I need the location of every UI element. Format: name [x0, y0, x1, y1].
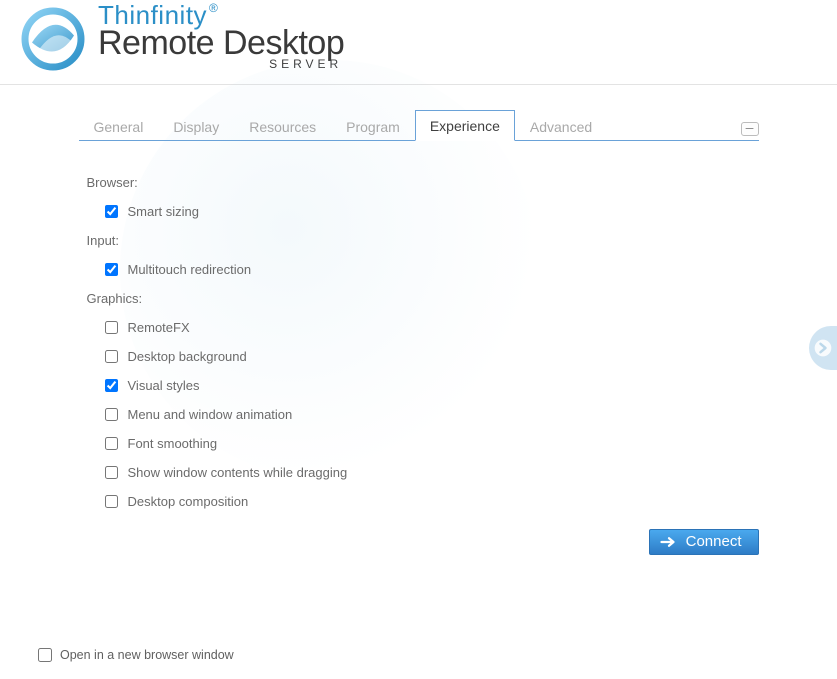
tab-experience[interactable]: Experience: [415, 110, 515, 141]
smart-sizing-label[interactable]: Smart sizing: [128, 204, 200, 219]
desktop-comp-checkbox[interactable]: [105, 495, 118, 508]
collapse-button[interactable]: –: [741, 122, 759, 136]
desktop-bg-checkbox[interactable]: [105, 350, 118, 363]
connect-button[interactable]: Connect: [649, 529, 759, 555]
desktop-bg-label[interactable]: Desktop background: [128, 349, 247, 364]
input-section-label: Input:: [87, 233, 759, 248]
brand-text: Thinfinity® Remote Desktop SERVER: [98, 2, 344, 70]
side-drawer-button[interactable]: [809, 326, 837, 370]
arrow-right-icon: [660, 535, 678, 549]
tab-display[interactable]: Display: [158, 111, 234, 141]
tab-advanced[interactable]: Advanced: [515, 111, 607, 141]
footer-option: Open in a new browser window: [38, 648, 234, 662]
experience-panel: Browser: Smart sizing Input: Multitouch …: [79, 141, 759, 605]
tab-resources[interactable]: Resources: [234, 111, 331, 141]
connect-button-label: Connect: [686, 533, 742, 550]
brand-line2: Remote Desktop: [98, 26, 344, 60]
browser-section-label: Browser:: [87, 175, 759, 190]
smart-sizing-checkbox[interactable]: [105, 205, 118, 218]
desktop-comp-label[interactable]: Desktop composition: [128, 494, 249, 509]
multitouch-checkbox[interactable]: [105, 263, 118, 276]
header: Thinfinity® Remote Desktop SERVER: [0, 0, 837, 85]
menu-anim-label[interactable]: Menu and window animation: [128, 407, 293, 422]
remotefx-label[interactable]: RemoteFX: [128, 320, 190, 335]
new-window-checkbox[interactable]: [38, 648, 52, 662]
tab-program[interactable]: Program: [331, 111, 415, 141]
multitouch-label[interactable]: Multitouch redirection: [128, 262, 252, 277]
font-smoothing-checkbox[interactable]: [105, 437, 118, 450]
graphics-section-label: Graphics:: [87, 291, 759, 306]
brand-logo-icon: [18, 4, 88, 74]
menu-anim-checkbox[interactable]: [105, 408, 118, 421]
visual-styles-label[interactable]: Visual styles: [128, 378, 200, 393]
main-content: General Display Resources Program Experi…: [79, 109, 759, 605]
show-drag-label[interactable]: Show window contents while dragging: [128, 465, 348, 480]
tab-bar: General Display Resources Program Experi…: [79, 109, 759, 141]
show-drag-checkbox[interactable]: [105, 466, 118, 479]
new-window-label[interactable]: Open in a new browser window: [60, 648, 234, 662]
font-smoothing-label[interactable]: Font smoothing: [128, 436, 218, 451]
tab-general[interactable]: General: [79, 111, 159, 141]
visual-styles-checkbox[interactable]: [105, 379, 118, 392]
arrow-right-circle-icon: [813, 338, 833, 358]
remotefx-checkbox[interactable]: [105, 321, 118, 334]
